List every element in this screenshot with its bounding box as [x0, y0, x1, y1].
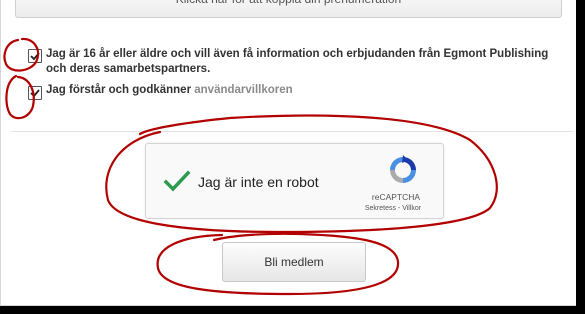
recaptcha-brand: reCAPTCHA: [371, 192, 421, 202]
consent-marketing-row: Jag är 16 år eller äldre och vill även f…: [28, 47, 568, 77]
checkmark-icon: [30, 89, 40, 98]
recaptcha-checkbox[interactable]: [162, 168, 192, 194]
consent-marketing-checkbox[interactable]: [28, 49, 42, 63]
signup-panel: Klicka här för att koppla din prenumerat…: [0, 0, 576, 306]
consent-terms-label: Jag förstår och godkänner: [46, 84, 195, 96]
divider: [11, 131, 573, 132]
recaptcha-widget: Jag är inte en robot reCAPTCHA Sekretess…: [145, 143, 444, 219]
connect-subscription-label: Klicka här för att koppla din prenumerat…: [176, 0, 401, 9]
consent-terms-row: Jag förstår och godkänner användarvillko…: [28, 84, 293, 100]
consent-terms-checkbox[interactable]: [28, 86, 42, 100]
checkmark-icon: [30, 52, 40, 61]
connect-subscription-button[interactable]: Klicka här för att koppla din prenumerat…: [15, 0, 562, 18]
join-button[interactable]: Bli medlem: [222, 242, 366, 282]
terms-link[interactable]: användarvillkoren: [194, 84, 292, 96]
recaptcha-label: Jag är inte en robot: [198, 174, 319, 190]
consent-marketing-label: Jag är 16 år eller äldre och vill även f…: [46, 48, 549, 75]
recaptcha-logo-icon: [390, 155, 416, 183]
recaptcha-privacy-terms-links[interactable]: Sekretess - Villkor: [353, 205, 433, 212]
